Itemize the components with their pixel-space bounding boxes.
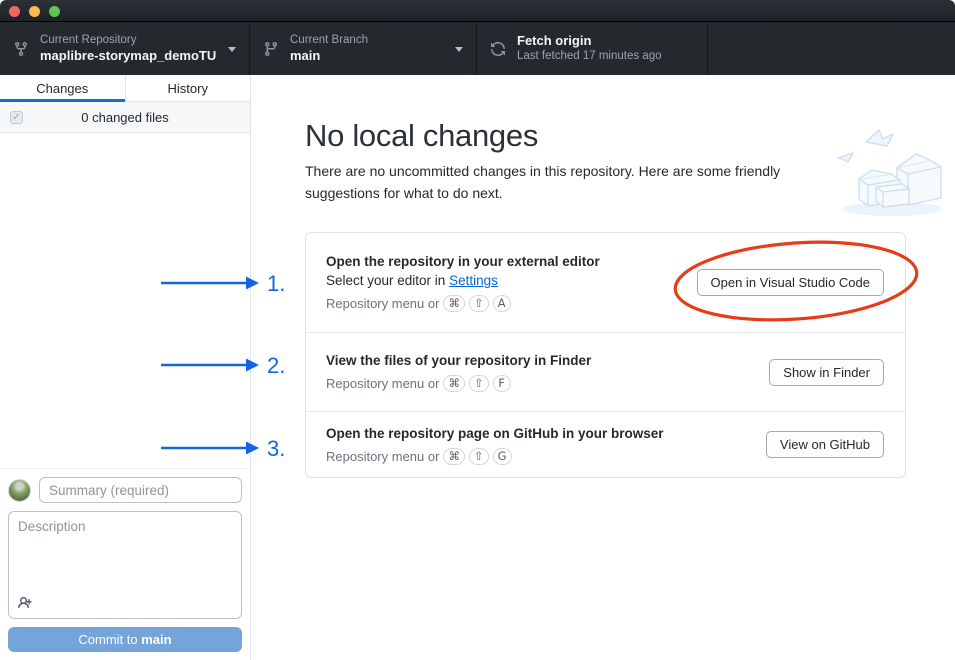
suggestion-title: Open the repository in your external edi… bbox=[326, 254, 600, 269]
zoom-button[interactable] bbox=[49, 6, 60, 17]
tab-changes-label: Changes bbox=[36, 80, 89, 96]
letter-key: F bbox=[492, 375, 511, 392]
current-branch-label: Current Branch bbox=[290, 34, 368, 47]
suggestion-row-github: Open the repository page on GitHub in yo… bbox=[306, 412, 905, 477]
shortcut-hint: Repository menu or ⌘ ⇧ F bbox=[326, 374, 591, 393]
shortcut-hint: Repository menu or ⌘ ⇧ G bbox=[326, 447, 664, 466]
letter-key: G bbox=[492, 447, 512, 465]
fetch-origin-sublabel: Last fetched 17 minutes ago bbox=[517, 50, 662, 63]
changed-files-count: 0 changed files bbox=[81, 109, 169, 125]
suggestion-row-editor: Open the repository in your external edi… bbox=[306, 233, 905, 333]
app-window: Current Repository maplibre-storymap_dem… bbox=[0, 0, 955, 660]
shift-key: ⇧ bbox=[468, 295, 489, 312]
shortcut-hint-text: Repository menu or bbox=[326, 376, 440, 391]
current-repository-label: Current Repository bbox=[40, 34, 137, 47]
suggestion-title: View the files of your repository in Fin… bbox=[326, 353, 592, 368]
settings-link[interactable]: Settings bbox=[449, 273, 498, 288]
tab-changes[interactable]: Changes bbox=[0, 75, 126, 102]
suggestion-row-finder: View the files of your repository in Fin… bbox=[306, 333, 905, 412]
show-in-finder-button[interactable]: Show in Finder bbox=[769, 358, 884, 386]
view-on-github-button[interactable]: View on GitHub bbox=[765, 431, 884, 458]
sync-icon bbox=[491, 41, 505, 56]
letter-key: A bbox=[492, 295, 511, 312]
commit-summary-input[interactable] bbox=[39, 477, 242, 503]
sidebar-tabbar: Changes History bbox=[0, 75, 250, 102]
close-button[interactable] bbox=[9, 6, 20, 17]
commit-button-branch: main bbox=[141, 632, 172, 647]
shortcut-hint-text: Repository menu or bbox=[326, 296, 440, 311]
minimize-button[interactable] bbox=[29, 6, 40, 17]
page-title: No local changes bbox=[305, 118, 539, 153]
sidebar: Changes History ✓ 0 changed files Summar… bbox=[0, 75, 251, 660]
select-all-checkbox[interactable]: ✓ bbox=[10, 110, 23, 124]
open-in-editor-button[interactable]: Open in Visual Studio Code bbox=[696, 269, 884, 296]
suggestion-title: Open the repository page on GitHub in yo… bbox=[326, 425, 664, 441]
main-content: No local changes There are no uncommitte… bbox=[251, 75, 955, 660]
chevron-down-icon bbox=[455, 46, 463, 52]
commit-form: Commit to main bbox=[0, 468, 250, 660]
commit-button-prefix: Commit to bbox=[78, 632, 142, 647]
changed-files-row: ✓ 0 changed files bbox=[0, 102, 250, 133]
repo-forked-icon bbox=[15, 41, 27, 56]
user-avatar bbox=[8, 478, 31, 502]
current-repository-value: maplibre-storymap_demoTU bbox=[40, 47, 217, 63]
suggestion-subtitle-text: Select your editor in bbox=[326, 273, 450, 288]
shortcut-hint-text: Repository menu or bbox=[326, 448, 440, 464]
commit-description-box bbox=[8, 511, 242, 619]
suggestions-card: Open the repository in your external edi… bbox=[305, 232, 906, 478]
git-branch-icon bbox=[264, 41, 277, 56]
current-branch-picker[interactable]: Current Branch main bbox=[250, 22, 477, 75]
person-add-icon bbox=[17, 596, 32, 609]
page-subtitle: There are no uncommitted changes in this… bbox=[305, 163, 781, 201]
tab-history-label: History bbox=[167, 80, 208, 96]
shift-key: ⇧ bbox=[468, 375, 489, 392]
current-branch-value: main bbox=[290, 47, 321, 63]
suggestion-subtitle: Select your editor in Settings bbox=[326, 271, 600, 290]
titlebar bbox=[0, 0, 955, 22]
add-coauthor-button[interactable] bbox=[17, 595, 34, 611]
fetch-origin-label: Fetch origin bbox=[517, 33, 592, 49]
commit-description-textarea[interactable] bbox=[9, 512, 241, 618]
cmd-key: ⌘ bbox=[443, 447, 465, 465]
shift-key: ⇧ bbox=[468, 447, 489, 465]
toolbar: Current Repository maplibre-storymap_dem… bbox=[0, 22, 955, 75]
tab-history[interactable]: History bbox=[125, 75, 250, 101]
current-repository-picker[interactable]: Current Repository maplibre-storymap_dem… bbox=[0, 22, 250, 75]
fetch-origin-button[interactable]: Fetch origin Last fetched 17 minutes ago bbox=[477, 22, 708, 75]
chevron-down-icon bbox=[228, 46, 236, 52]
cmd-key: ⌘ bbox=[443, 375, 465, 392]
commit-button[interactable]: Commit to main bbox=[8, 627, 242, 652]
cmd-key: ⌘ bbox=[443, 295, 465, 312]
empty-state-illustration bbox=[837, 129, 943, 216]
shortcut-hint: Repository menu or ⌘ ⇧ A bbox=[326, 294, 600, 313]
